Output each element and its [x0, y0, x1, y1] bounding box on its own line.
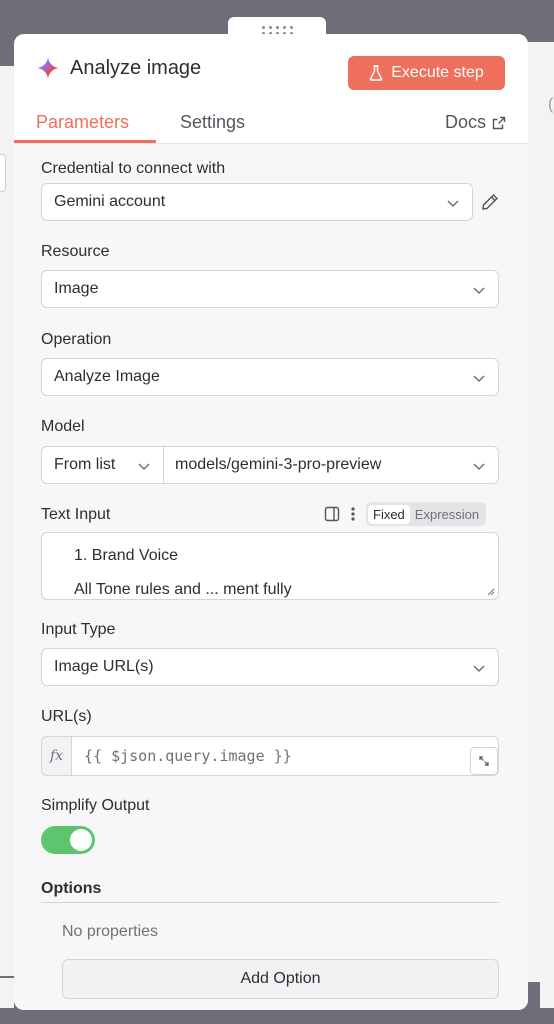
chevron-down-icon [473, 463, 485, 471]
resource-select[interactable]: Image [41, 270, 499, 308]
text-input-label: Text Input [41, 506, 111, 523]
credential-label: Credential to connect with [41, 160, 226, 177]
model-mode-value: From list [54, 456, 116, 473]
flask-icon [369, 65, 383, 81]
options-divider [41, 902, 499, 903]
active-tab-indicator [14, 140, 156, 143]
options-heading: Options [41, 880, 102, 897]
mode-expression-option[interactable]: Expression [410, 505, 484, 524]
fixed-expression-toggle[interactable]: Fixed Expression [366, 502, 487, 526]
text-input-line-2: All Tone rules and ... ment fully [74, 581, 292, 598]
urls-expression-input[interactable]: fx {{ $json.query.image }} [41, 736, 499, 776]
simplify-output-label: Simplify Output [41, 797, 150, 814]
text-input-line-1: 1. Brand Voice [74, 547, 179, 564]
panel-header: Analyze image Execute step Parameters Se… [14, 34, 528, 144]
resource-value: Image [54, 280, 99, 297]
urls-expression-value: {{ $json.query.image }} [84, 747, 292, 765]
model-value: models/gemini-3-pro-preview [175, 456, 382, 473]
background-canvas-glyph: ( [548, 96, 554, 113]
tab-settings[interactable]: Settings [180, 112, 245, 133]
chevron-down-icon [447, 200, 459, 208]
resource-label: Resource [41, 243, 110, 260]
background-canvas-left [0, 66, 14, 976]
no-properties-text: No properties [62, 923, 159, 940]
model-select[interactable]: models/gemini-3-pro-preview [163, 446, 499, 484]
expand-icon [479, 756, 489, 766]
gemini-sparkle-icon [37, 57, 59, 79]
credential-select[interactable]: Gemini account [41, 183, 473, 221]
tab-bar: Parameters Settings Docs [14, 108, 528, 144]
toggle-knob [70, 829, 92, 851]
tab-parameters[interactable]: Parameters [36, 112, 129, 133]
text-input-tools: Fixed Expression [324, 502, 487, 526]
background-canvas-bottom-left [0, 978, 14, 1008]
input-type-select[interactable]: Image URL(s) [41, 648, 499, 686]
resize-grip-icon[interactable] [485, 586, 495, 596]
add-option-label: Add Option [240, 970, 321, 987]
execute-step-label: Execute step [391, 64, 484, 81]
title-row: Analyze image [36, 56, 201, 80]
edit-credential-pencil-icon[interactable] [480, 192, 500, 212]
docs-label: Docs [444, 112, 486, 132]
external-link-icon [492, 116, 506, 129]
input-type-value: Image URL(s) [54, 658, 154, 675]
simplify-output-toggle[interactable] [41, 826, 95, 854]
model-mode-select[interactable]: From list [41, 446, 164, 484]
operation-value: Analyze Image [54, 368, 160, 385]
panel-toggle-icon[interactable] [324, 506, 340, 522]
background-canvas-bottom-right [540, 978, 554, 1008]
execute-step-button[interactable]: Execute step [348, 56, 505, 90]
chevron-down-icon [473, 665, 485, 673]
input-type-label: Input Type [41, 621, 116, 638]
docs-link[interactable]: Docs [445, 112, 506, 133]
text-input-textarea[interactable]: 1. Brand Voice All Tone rules and ... me… [41, 532, 499, 600]
parameters-content: Credential to connect with Gemini accoun… [14, 144, 528, 1010]
more-options-icon[interactable] [350, 506, 356, 522]
urls-label: URL(s) [41, 708, 92, 725]
chevron-down-icon [473, 375, 485, 383]
node-panel: Analyze image Execute step Parameters Se… [14, 34, 528, 1010]
credential-value: Gemini account [54, 193, 166, 210]
fx-icon: fx [42, 737, 72, 775]
background-canvas-right [527, 42, 554, 982]
open-expression-editor-button[interactable] [470, 747, 498, 775]
operation-label: Operation [41, 331, 112, 348]
node-title: Analyze image [70, 56, 202, 79]
add-option-button[interactable]: Add Option [62, 959, 499, 999]
chevron-down-icon [138, 463, 150, 471]
model-label: Model [41, 418, 85, 435]
mode-fixed-option[interactable]: Fixed [368, 504, 410, 524]
operation-select[interactable]: Analyze Image [41, 358, 499, 396]
chevron-down-icon [473, 287, 485, 295]
